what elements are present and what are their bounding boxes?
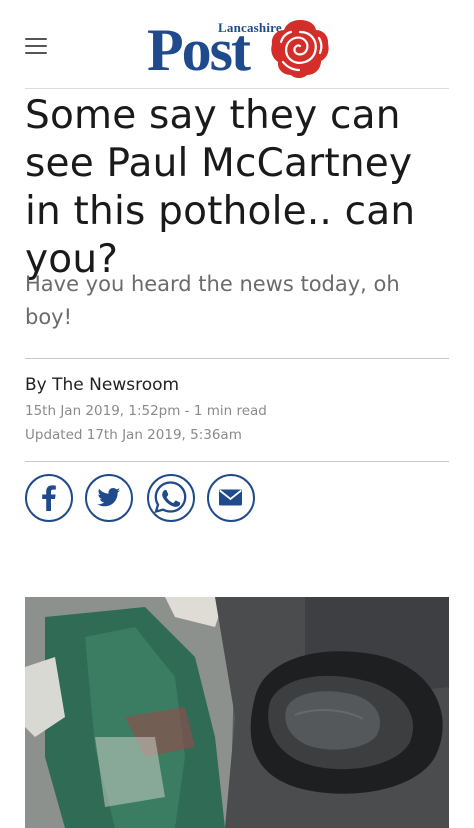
- site-logo[interactable]: Lancashire Post: [147, 14, 332, 83]
- share-email-button[interactable]: [207, 474, 255, 522]
- published-date: 15th Jan 2019, 1:52pm - 1 min read: [25, 403, 267, 419]
- facebook-icon: [42, 485, 56, 511]
- share-facebook-button[interactable]: [25, 474, 73, 522]
- twitter-icon: [97, 488, 120, 507]
- site-header: Lancashire Post: [0, 0, 474, 88]
- updated-date: Updated 17th Jan 2019, 5:36am: [25, 427, 242, 443]
- article-standfirst: Have you heard the news today, oh boy!: [25, 272, 400, 329]
- article-headline: Some say they can see Paul McCartney in …: [25, 93, 416, 282]
- article-byline[interactable]: By The Newsroom: [25, 375, 179, 395]
- divider: [25, 358, 449, 359]
- divider: [25, 461, 449, 462]
- hamburger-menu-icon[interactable]: [25, 38, 47, 54]
- share-whatsapp-button[interactable]: [147, 474, 195, 522]
- email-icon: [219, 489, 242, 506]
- logo-big-text: Post: [147, 17, 251, 83]
- header-divider: [25, 88, 449, 89]
- article-hero-image[interactable]: [25, 597, 449, 828]
- rose-icon: [271, 20, 329, 78]
- pothole-photo: [25, 597, 449, 828]
- share-twitter-button[interactable]: [85, 474, 133, 522]
- whatsapp-icon: [154, 481, 187, 514]
